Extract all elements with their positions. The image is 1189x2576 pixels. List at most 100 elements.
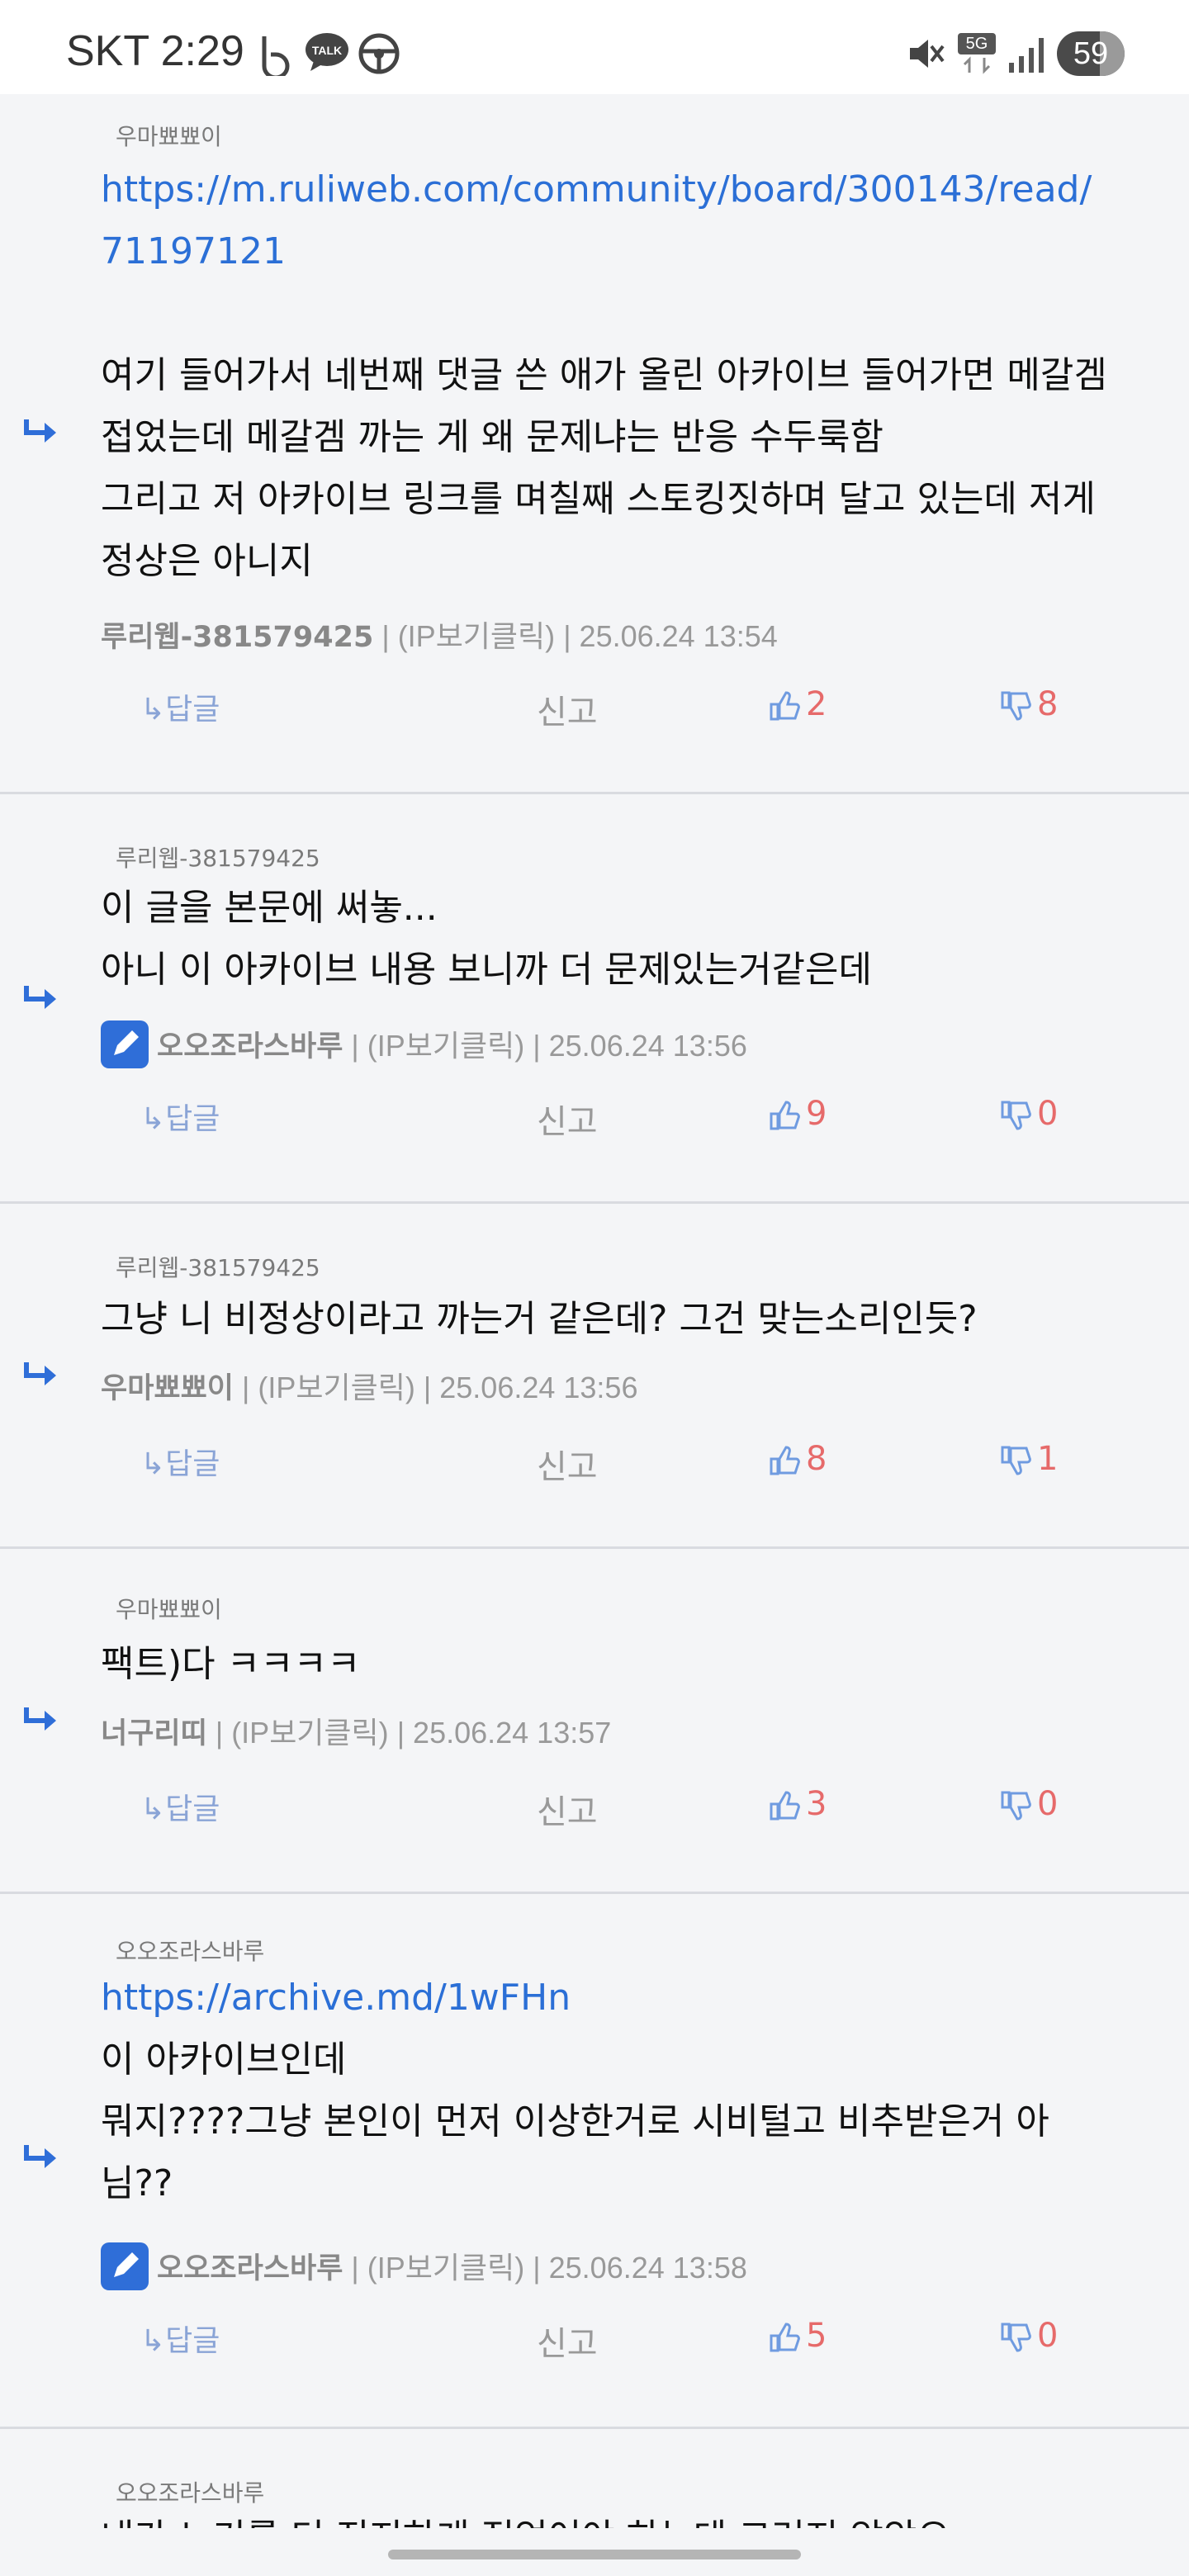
svg-text:TALK: TALK <box>312 44 342 57</box>
upvote-button[interactable]: 8 <box>768 1440 827 1478</box>
comment-date: 25.06.24 13:56 <box>548 1029 747 1063</box>
ip-view-link[interactable]: (IP보기클릭) <box>258 1371 414 1404</box>
reply-to-label: 우마뾰뾰이 <box>116 123 222 150</box>
thumbs-down-icon <box>1001 691 1031 721</box>
upvote-button[interactable]: 5 <box>768 2317 827 2355</box>
upvote-button[interactable]: 2 <box>768 685 827 723</box>
report-button[interactable]: 신고 <box>537 2317 598 2365</box>
reply-button[interactable]: ↳답글 <box>140 2317 220 2360</box>
network-type-badge: 5G <box>958 33 996 54</box>
downvote-button[interactable]: 0 <box>999 1785 1058 1823</box>
author-name[interactable]: 너구리띠 <box>101 1717 207 1750</box>
ip-view-link[interactable]: (IP보기클릭) <box>367 2251 524 2285</box>
reply-arrow-icon <box>24 419 56 443</box>
comment-item: 루리웹-381579425 그냥 니 비정상이라고 까는거 같은데? 그건 맞는… <box>0 1204 1189 1549</box>
comment-line: 그리고 저 아카이브 링크를 며칠째 스토킹짓하며 달고 있는데 저게 <box>101 478 1096 520</box>
status-bar: SKT 2:29 TALK 5G 59 <box>0 0 1189 94</box>
upvote-button[interactable]: 9 <box>768 1095 827 1133</box>
comment-link[interactable]: https://m.ruliweb.com/community/board/30… <box>101 159 1141 282</box>
reply-to-label: 오오조라스바루 <box>116 1938 265 1965</box>
ip-view-link[interactable]: (IP보기클릭) <box>367 1029 524 1063</box>
comment-date: 25.06.24 13:58 <box>548 2251 747 2285</box>
comment-line: 팩트)다 ㅋㅋㅋㅋ <box>101 1643 361 1685</box>
reply-to-label: 루리웹-381579425 <box>116 1254 320 1281</box>
reply-to-label: 우마뾰뾰이 <box>116 1596 222 1623</box>
comment-item: 루리웹-381579425 이 글을 본문에 써놓... 아니 이 아카이브 내… <box>0 794 1189 1204</box>
upvote-count: 9 <box>806 1095 827 1133</box>
reply-arrow-icon <box>24 1707 56 1731</box>
link-line: https://m.ruliweb.com/community/board/30… <box>101 168 1092 211</box>
comment-actions: ↳답글 신고 9 0 <box>0 1095 1189 1144</box>
downvote-count: 0 <box>1037 2317 1059 2355</box>
thumbs-up-icon <box>770 1446 800 1475</box>
comment-line: 아니 이 아카이브 내용 보니까 더 문제있는거같은데 <box>101 949 872 991</box>
signal-icon <box>1009 38 1044 73</box>
downvote-button[interactable]: 0 <box>999 2317 1058 2355</box>
comment-body: 내가 노기를 더 진지하게 적었어야 하는데 그러지 않았으 <box>101 2507 1141 2528</box>
downvote-button[interactable]: 1 <box>999 1440 1058 1478</box>
author-name[interactable]: 오오조라스바루 <box>157 2252 343 2285</box>
upvote-count: 8 <box>806 1440 827 1478</box>
data-arrows-icon <box>963 56 991 74</box>
battery-indicator: 59 <box>1057 31 1125 76</box>
link-line: 71197121 <box>101 230 286 272</box>
upvote-count: 5 <box>806 2317 827 2355</box>
author-name[interactable]: 루리웹-381579425 <box>101 621 373 654</box>
comment-body: 팩트)다 ㅋㅋㅋㅋ <box>101 1633 1141 1695</box>
downvote-count: 1 <box>1037 1440 1059 1478</box>
reply-button[interactable]: ↳답글 <box>140 1440 220 1483</box>
comment-meta: 오오조라스바루 | (IP보기클릭) | 25.06.24 13:56 <box>101 1020 747 1072</box>
upvote-button[interactable]: 3 <box>768 1785 827 1823</box>
thumbs-down-icon <box>1001 1791 1031 1821</box>
comment-body: https://archive.md/1wFHn 이 아카이브인데 뭐지????… <box>101 1967 1141 2214</box>
link-line: https://archive.md/1wFHn <box>101 1977 571 2019</box>
ip-view-link[interactable]: (IP보기클릭) <box>398 619 555 653</box>
report-button[interactable]: 신고 <box>537 1440 598 1488</box>
comment-actions: ↳답글 신고 8 1 <box>0 1440 1189 1489</box>
reply-button[interactable]: ↳답글 <box>140 685 220 728</box>
report-button[interactable]: 신고 <box>537 1095 598 1143</box>
comment-body: https://m.ruliweb.com/community/board/30… <box>101 159 1141 592</box>
home-indicator[interactable] <box>388 2550 801 2559</box>
report-button[interactable]: 신고 <box>537 1785 598 1833</box>
thumbs-down-icon <box>1001 2323 1031 2352</box>
reply-to-label: 루리웹-381579425 <box>116 845 320 872</box>
author-name[interactable]: 오오조라스바루 <box>157 1030 343 1063</box>
thumbs-up-icon <box>770 691 800 721</box>
author-name[interactable]: 우마뾰뾰이 <box>101 1372 234 1405</box>
downvote-count: 0 <box>1037 1785 1059 1823</box>
comment-date: 25.06.24 13:56 <box>439 1371 638 1404</box>
ip-view-link[interactable]: (IP보기클릭) <box>231 1716 388 1750</box>
thumbs-up-icon <box>770 2323 800 2352</box>
reply-button[interactable]: ↳답글 <box>140 1785 220 1828</box>
comment-body: 그냥 니 비정상이라고 까는거 같은데? 그건 맞는소리인듯? <box>101 1288 1141 1350</box>
thumbs-up-icon <box>770 1791 800 1821</box>
reply-arrow-icon <box>24 1362 56 1385</box>
comment-line: 접었는데 메갈겜 까는 게 왜 문제냐는 반응 수두룩함 <box>101 416 883 458</box>
comment-line: 이 글을 본문에 써놓... <box>101 887 438 929</box>
mute-icon <box>910 40 945 68</box>
comment-date: 25.06.24 13:54 <box>579 619 778 653</box>
reply-arrow-icon <box>24 2145 56 2168</box>
report-button[interactable]: 신고 <box>537 685 598 733</box>
downvote-button[interactable]: 0 <box>999 1095 1058 1133</box>
comment-item: 오오조라스바루 내가 노기를 더 진지하게 적었어야 하는데 그러지 않았으 <box>0 2429 1189 2528</box>
downvote-count: 0 <box>1037 1095 1059 1133</box>
comment-body: 이 글을 본문에 써놓... 아니 이 아카이브 내용 보니까 더 문제있는거같… <box>101 877 1141 1001</box>
reply-arrow-icon <box>24 986 56 1009</box>
reply-button[interactable]: ↳답글 <box>140 1095 220 1138</box>
comment-actions: ↳답글 신고 3 0 <box>0 1785 1189 1835</box>
comment-line: 정상은 아니지 <box>101 540 313 582</box>
comment-meta: 루리웹-381579425 | (IP보기클릭) | 25.06.24 13:5… <box>101 619 778 654</box>
pencil-badge-icon <box>101 2242 149 2291</box>
pencil-badge-icon <box>101 1020 149 1069</box>
reply-to-label: 오오조라스바루 <box>116 2479 265 2507</box>
thumbs-up-icon <box>770 1101 800 1130</box>
downvote-button[interactable]: 8 <box>999 685 1058 723</box>
comment-line: 내가 노기를 더 진지하게 적었어야 하는데 그러지 않았으 <box>101 2507 1141 2528</box>
upvote-count: 3 <box>806 1785 827 1823</box>
comment-meta: 오오조라스바루 | (IP보기클릭) | 25.06.24 13:58 <box>101 2242 747 2294</box>
comment-meta: 너구리띠 | (IP보기클릭) | 25.06.24 13:57 <box>101 1716 612 1750</box>
comment-link[interactable]: https://archive.md/1wFHn <box>101 1967 1141 2029</box>
comment-line: 뭐지????그냥 본인이 먼저 이상한거로 시비털고 비추받은거 아 <box>101 2100 1049 2143</box>
